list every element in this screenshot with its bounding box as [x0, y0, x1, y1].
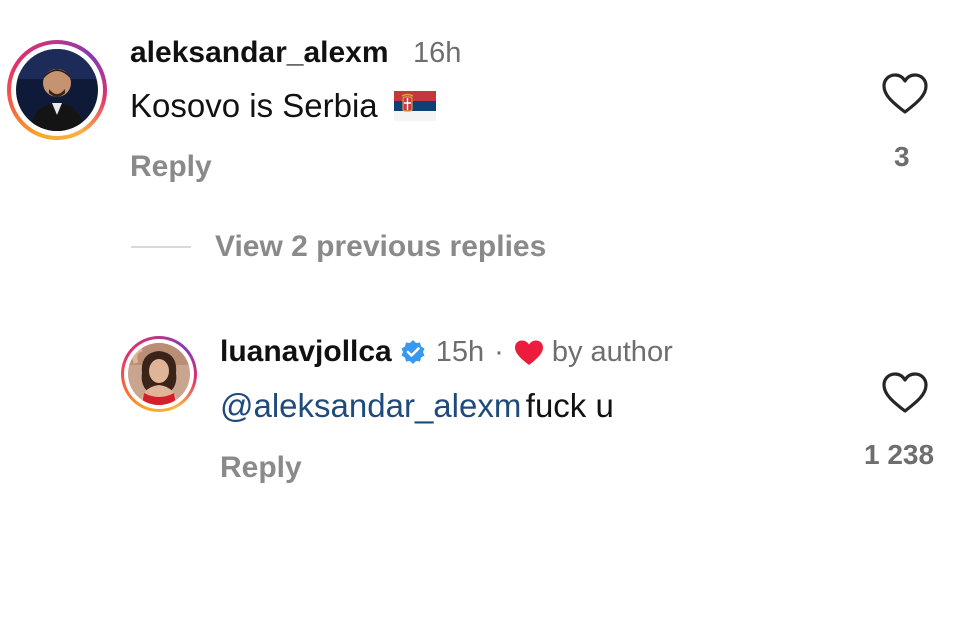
- reply-avatar[interactable]: [128, 343, 190, 405]
- reply-separator: ·: [494, 335, 504, 368]
- reply-text: fuck u: [525, 387, 614, 424]
- avatar[interactable]: [16, 49, 98, 131]
- reply-like-button[interactable]: [880, 371, 930, 415]
- reply-avatar-photo: [128, 343, 190, 405]
- replies-divider: [131, 246, 191, 248]
- serbia-flag-icon: [394, 91, 437, 126]
- reply-header: luanavjollca 15h · by author: [220, 335, 673, 369]
- liked-by-author-label: by author: [551, 335, 673, 368]
- heart-outline-icon: [882, 73, 928, 114]
- reply-like-count: 1 238: [864, 439, 935, 470]
- heart-outline-icon: [882, 372, 928, 413]
- reply-time: 15h: [435, 335, 485, 368]
- view-replies-button[interactable]: View 2 previous replies: [215, 230, 546, 264]
- comment-like-count: 3: [894, 141, 910, 172]
- reply-avatar-ring[interactable]: [121, 336, 197, 412]
- comment-text-row: Kosovo is Serbia: [130, 87, 437, 130]
- reply-reply-button[interactable]: Reply: [220, 451, 302, 485]
- reply-mention-link[interactable]: @aleksandar_alexm: [220, 387, 521, 424]
- comment-text: Kosovo is Serbia: [130, 87, 378, 124]
- reply-username[interactable]: luanavjollca: [220, 335, 392, 369]
- reply-text-row: @aleksandar_alexm fuck u: [220, 387, 614, 425]
- avatar-photo: [16, 49, 98, 131]
- red-heart-icon: [514, 339, 544, 366]
- comment-reply-button[interactable]: Reply: [130, 150, 212, 184]
- comment-username[interactable]: aleksandar_alexm: [130, 36, 389, 70]
- verified-badge-icon: [400, 339, 426, 365]
- comment-like-button[interactable]: [880, 72, 930, 116]
- comment-time: 16h: [413, 37, 462, 69]
- avatar-ring[interactable]: [7, 40, 107, 140]
